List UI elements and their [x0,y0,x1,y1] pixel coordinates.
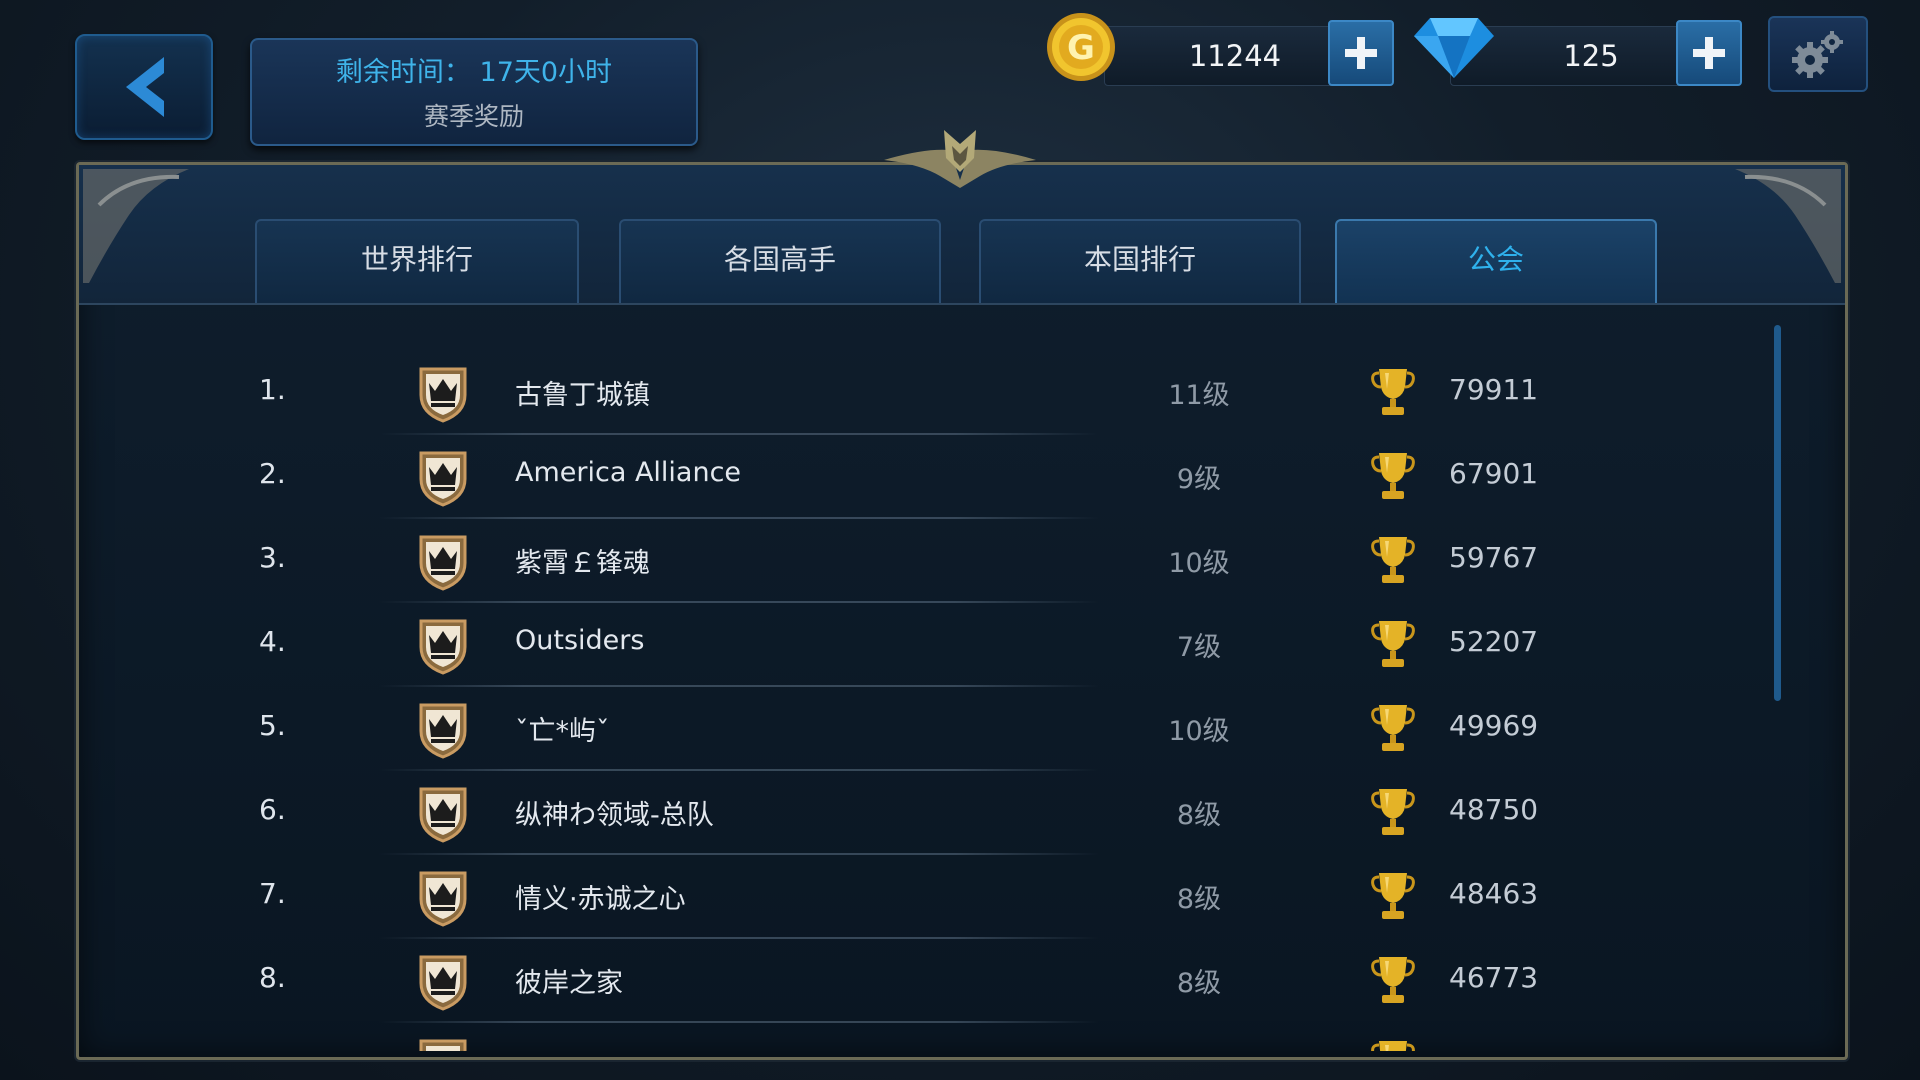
guild-level: 8级 [1176,884,1222,915]
season-reward-label: 赛季奖励 [423,102,524,131]
tab-world-ranking[interactable]: 世界排行 [255,219,579,303]
guild-name: 情义·赤诚之心 [515,884,686,915]
list-item[interactable]: 8. 彼岸之家 8级 46773 [79,939,1845,1023]
list-item[interactable]: 4. Outsiders 7级 52207 [79,603,1845,687]
guild-level: 7级 [1176,632,1222,663]
guild-level: 8级 [1176,968,1222,999]
guild-ranking-panel: 世界排行 各国高手 本国排行 公会 1. 古鲁丁城镇 11级 79911 2. … [76,162,1848,1060]
trophy-icon [1371,535,1415,585]
diamond-icon [1414,18,1494,78]
guild-name: 彼岸之家 [515,968,623,999]
season-remaining-time: 剩余时间： 17天0小时 [252,50,696,89]
guild-score: 52207 [1449,625,1539,658]
trophy-icon [1371,703,1415,753]
rank-number: 5. [259,709,286,742]
rank-number: 1. [259,373,286,406]
trophy-icon [1371,451,1415,501]
trophy-icon [1371,787,1415,837]
list-item-partial [79,1023,1845,1051]
rank-number: 8. [259,961,286,994]
guild-name: 紫霄￡锋魂 [515,548,650,579]
guild-name: ˇ亡*屿ˇ [515,716,610,747]
add-diamond-button[interactable] [1676,20,1742,86]
trophy-icon [1371,1039,1415,1051]
ornament-corner-left [83,169,189,283]
gold-value: 11244 [1188,39,1282,73]
ornament-corner-right [1735,169,1841,283]
guild-score: 48463 [1449,877,1539,910]
tab-country-masters[interactable]: 各国高手 [619,219,941,303]
trophy-icon [1371,955,1415,1005]
guild-crown-badge-icon [419,1039,467,1051]
chevron-left-icon [126,57,164,117]
guild-score: 49969 [1449,709,1539,742]
guild-score: 48750 [1449,793,1539,826]
trophy-icon [1371,619,1415,669]
add-gold-button[interactable] [1328,20,1394,86]
rank-number: 2. [259,457,286,490]
svg-text:G: G [1067,28,1095,68]
remaining-label: 剩余时间： [335,57,471,88]
guild-name: 古鲁丁城镇 [515,380,650,411]
guild-crown-badge-icon [419,367,467,423]
guild-score: 67901 [1449,457,1539,490]
guild-crown-badge-icon [419,535,467,591]
guild-score: 79911 [1449,373,1539,406]
guild-level: 8级 [1176,800,1222,831]
rank-number: 3. [259,541,286,574]
list-item[interactable]: 6. 纵神わ领域-总队 8级 48750 [79,771,1845,855]
list-item[interactable]: 5. ˇ亡*屿ˇ 10级 49969 [79,687,1845,771]
guild-level: 9级 [1176,464,1222,495]
crest-emblem-icon [884,130,1036,188]
trophy-icon [1371,871,1415,921]
back-button[interactable] [75,34,213,140]
rank-number: 7. [259,877,286,910]
guild-crown-badge-icon [419,871,467,927]
guild-score: 46773 [1449,961,1539,994]
trophy-icon [1371,367,1415,417]
list-item[interactable]: 3. 紫霄￡锋魂 10级 59767 [79,519,1845,603]
gear-icon [1792,31,1843,78]
guild-crown-badge-icon [419,955,467,1011]
guild-score: 59767 [1449,541,1539,574]
guild-level: 10级 [1168,548,1230,579]
list-item[interactable]: 7. 情义·赤诚之心 8级 48463 [79,855,1845,939]
season-panel[interactable]: 剩余时间： 17天0小时 赛季奖励 [250,38,698,146]
guild-level: 10级 [1168,716,1230,747]
guild-name: America Alliance [515,457,742,488]
guild-name: Outsiders [515,625,645,656]
gold-coin-icon: G [1047,13,1115,81]
tab-national-ranking[interactable]: 本国排行 [979,219,1301,303]
list-item[interactable]: 1. 古鲁丁城镇 11级 79911 [79,351,1845,435]
guild-crown-badge-icon [419,451,467,507]
guild-crown-badge-icon [419,703,467,759]
list-item[interactable]: 2. America Alliance 9级 67901 [79,435,1845,519]
guild-name: 纵神わ领域-总队 [515,800,714,831]
rank-number: 4. [259,625,286,658]
plus-icon [1345,37,1377,69]
remaining-value: 17天0小时 [479,57,613,88]
guild-crown-badge-icon [419,787,467,843]
rank-number: 6. [259,793,286,826]
tab-guild[interactable]: 公会 [1335,219,1657,303]
guild-level: 11级 [1168,380,1230,411]
guild-crown-badge-icon [419,619,467,675]
settings-button[interactable] [1768,16,1868,92]
plus-icon [1693,37,1725,69]
